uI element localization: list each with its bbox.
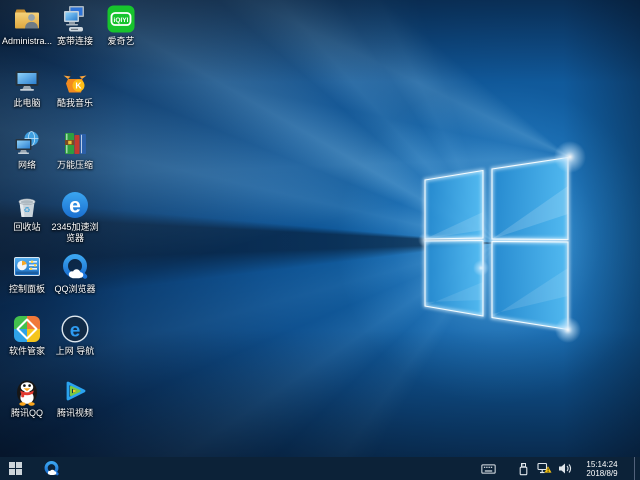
desktop-icon-label: 酷我音乐 [56, 98, 93, 108]
desktop-icon-label: 爱奇艺 [107, 36, 135, 46]
this-pc-icon [15, 71, 39, 91]
svg-text:iQIYI: iQIYI [113, 17, 128, 24]
qq-browser-icon [63, 254, 88, 279]
desktop-icon-label: 腾讯视频 [56, 408, 93, 418]
desktop-icon-recycle-bin[interactable]: ♻ 回收站 [3, 190, 51, 233]
touch-keyboard-tray-button[interactable] [480, 457, 496, 480]
desktop-icon-broadband-connection[interactable]: 宽带连接 [51, 4, 99, 47]
desktop-icon-network[interactable]: 网络 [3, 128, 51, 171]
network-status-tray-button[interactable] [536, 457, 552, 480]
desktop-icon-qq-browser[interactable]: QQ浏览器 [51, 252, 99, 295]
user-files-folder-icon [15, 9, 39, 29]
tencent-qq-icon [17, 380, 37, 406]
volume-icon [559, 463, 572, 474]
compression-tool-icon [65, 133, 86, 154]
desktop-icon-label: QQ浏览器 [54, 284, 96, 294]
windows-logo-icon [8, 462, 22, 475]
windows-desktop-screen: Administra... 此电脑 网络 ♻ 回收站 控制面板 软件管家 腾讯Q… [0, 0, 640, 480]
usb-device-tray-button[interactable] [515, 457, 531, 480]
desktop-icon-user-files[interactable]: Administra... [2, 4, 52, 47]
control-panel-icon [14, 257, 40, 276]
taskbar-qq-browser-button[interactable] [36, 457, 66, 480]
desktop-icon-label: 万能压缩 [56, 160, 93, 170]
broadband-connection-icon [64, 6, 84, 32]
recycle-bin-icon: ♻ [18, 198, 36, 217]
svg-text:e: e [69, 195, 81, 218]
desktop-icon-tencent-qq[interactable]: 腾讯QQ [3, 376, 51, 419]
desktop-icon-compression-tool[interactable]: 万能压缩 [51, 128, 99, 171]
2345-browser-icon: e [62, 192, 88, 218]
svg-text:K: K [75, 81, 82, 91]
touch-keyboard-icon [480, 463, 496, 474]
show-desktop-button[interactable] [634, 457, 640, 480]
svg-text:e: e [70, 320, 81, 341]
desktop-icon-label: 上网 导航 [55, 346, 95, 356]
network-icon [15, 131, 39, 154]
desktop-icon-this-pc[interactable]: 此电脑 [3, 66, 51, 109]
usb-device-icon [519, 462, 527, 475]
clock-date: 2018/8/9 [586, 468, 618, 478]
kuwo-music-icon: ♫ K [63, 68, 87, 93]
clock-time: 15:14:24 [586, 459, 618, 469]
desktop-icon-2345-browser[interactable]: e 2345加速浏览器 [51, 190, 99, 244]
software-manager-icon [14, 316, 40, 342]
start-button[interactable] [0, 457, 30, 480]
tencent-video-icon [66, 381, 86, 401]
desktop-icon-software-manager[interactable]: 软件管家 [3, 314, 51, 357]
taskbar: 15:14:24 2018/8/9 [0, 457, 640, 480]
svg-text:♻: ♻ [23, 206, 30, 215]
qq-browser-taskbar-icon [44, 460, 59, 476]
desktop-icon-tencent-video[interactable]: 腾讯视频 [51, 376, 99, 419]
volume-tray-button[interactable] [557, 457, 573, 480]
system-tray: 15:14:24 2018/8/9 [480, 457, 640, 480]
desktop-icon-kuwo-music[interactable]: ♫ K 酷我音乐 [51, 66, 99, 109]
taskbar-clock[interactable]: 15:14:24 2018/8/9 [578, 460, 626, 478]
network-warning-icon [536, 462, 551, 474]
desktop-icon-label: 2345加速浏览器 [51, 222, 99, 243]
desktop-icon-web-navigation[interactable]: e 上网 导航 [51, 314, 99, 357]
iqiyi-icon: iQIYI [107, 5, 135, 33]
desktop-icon-control-panel[interactable]: 控制面板 [3, 252, 51, 295]
web-navigation-icon: e [61, 315, 89, 343]
desktop-wallpaper: Administra... 此电脑 网络 ♻ 回收站 控制面板 软件管家 腾讯Q… [0, 0, 640, 457]
desktop-icon-iqiyi[interactable]: iQIYI 爱奇艺 [97, 4, 145, 47]
